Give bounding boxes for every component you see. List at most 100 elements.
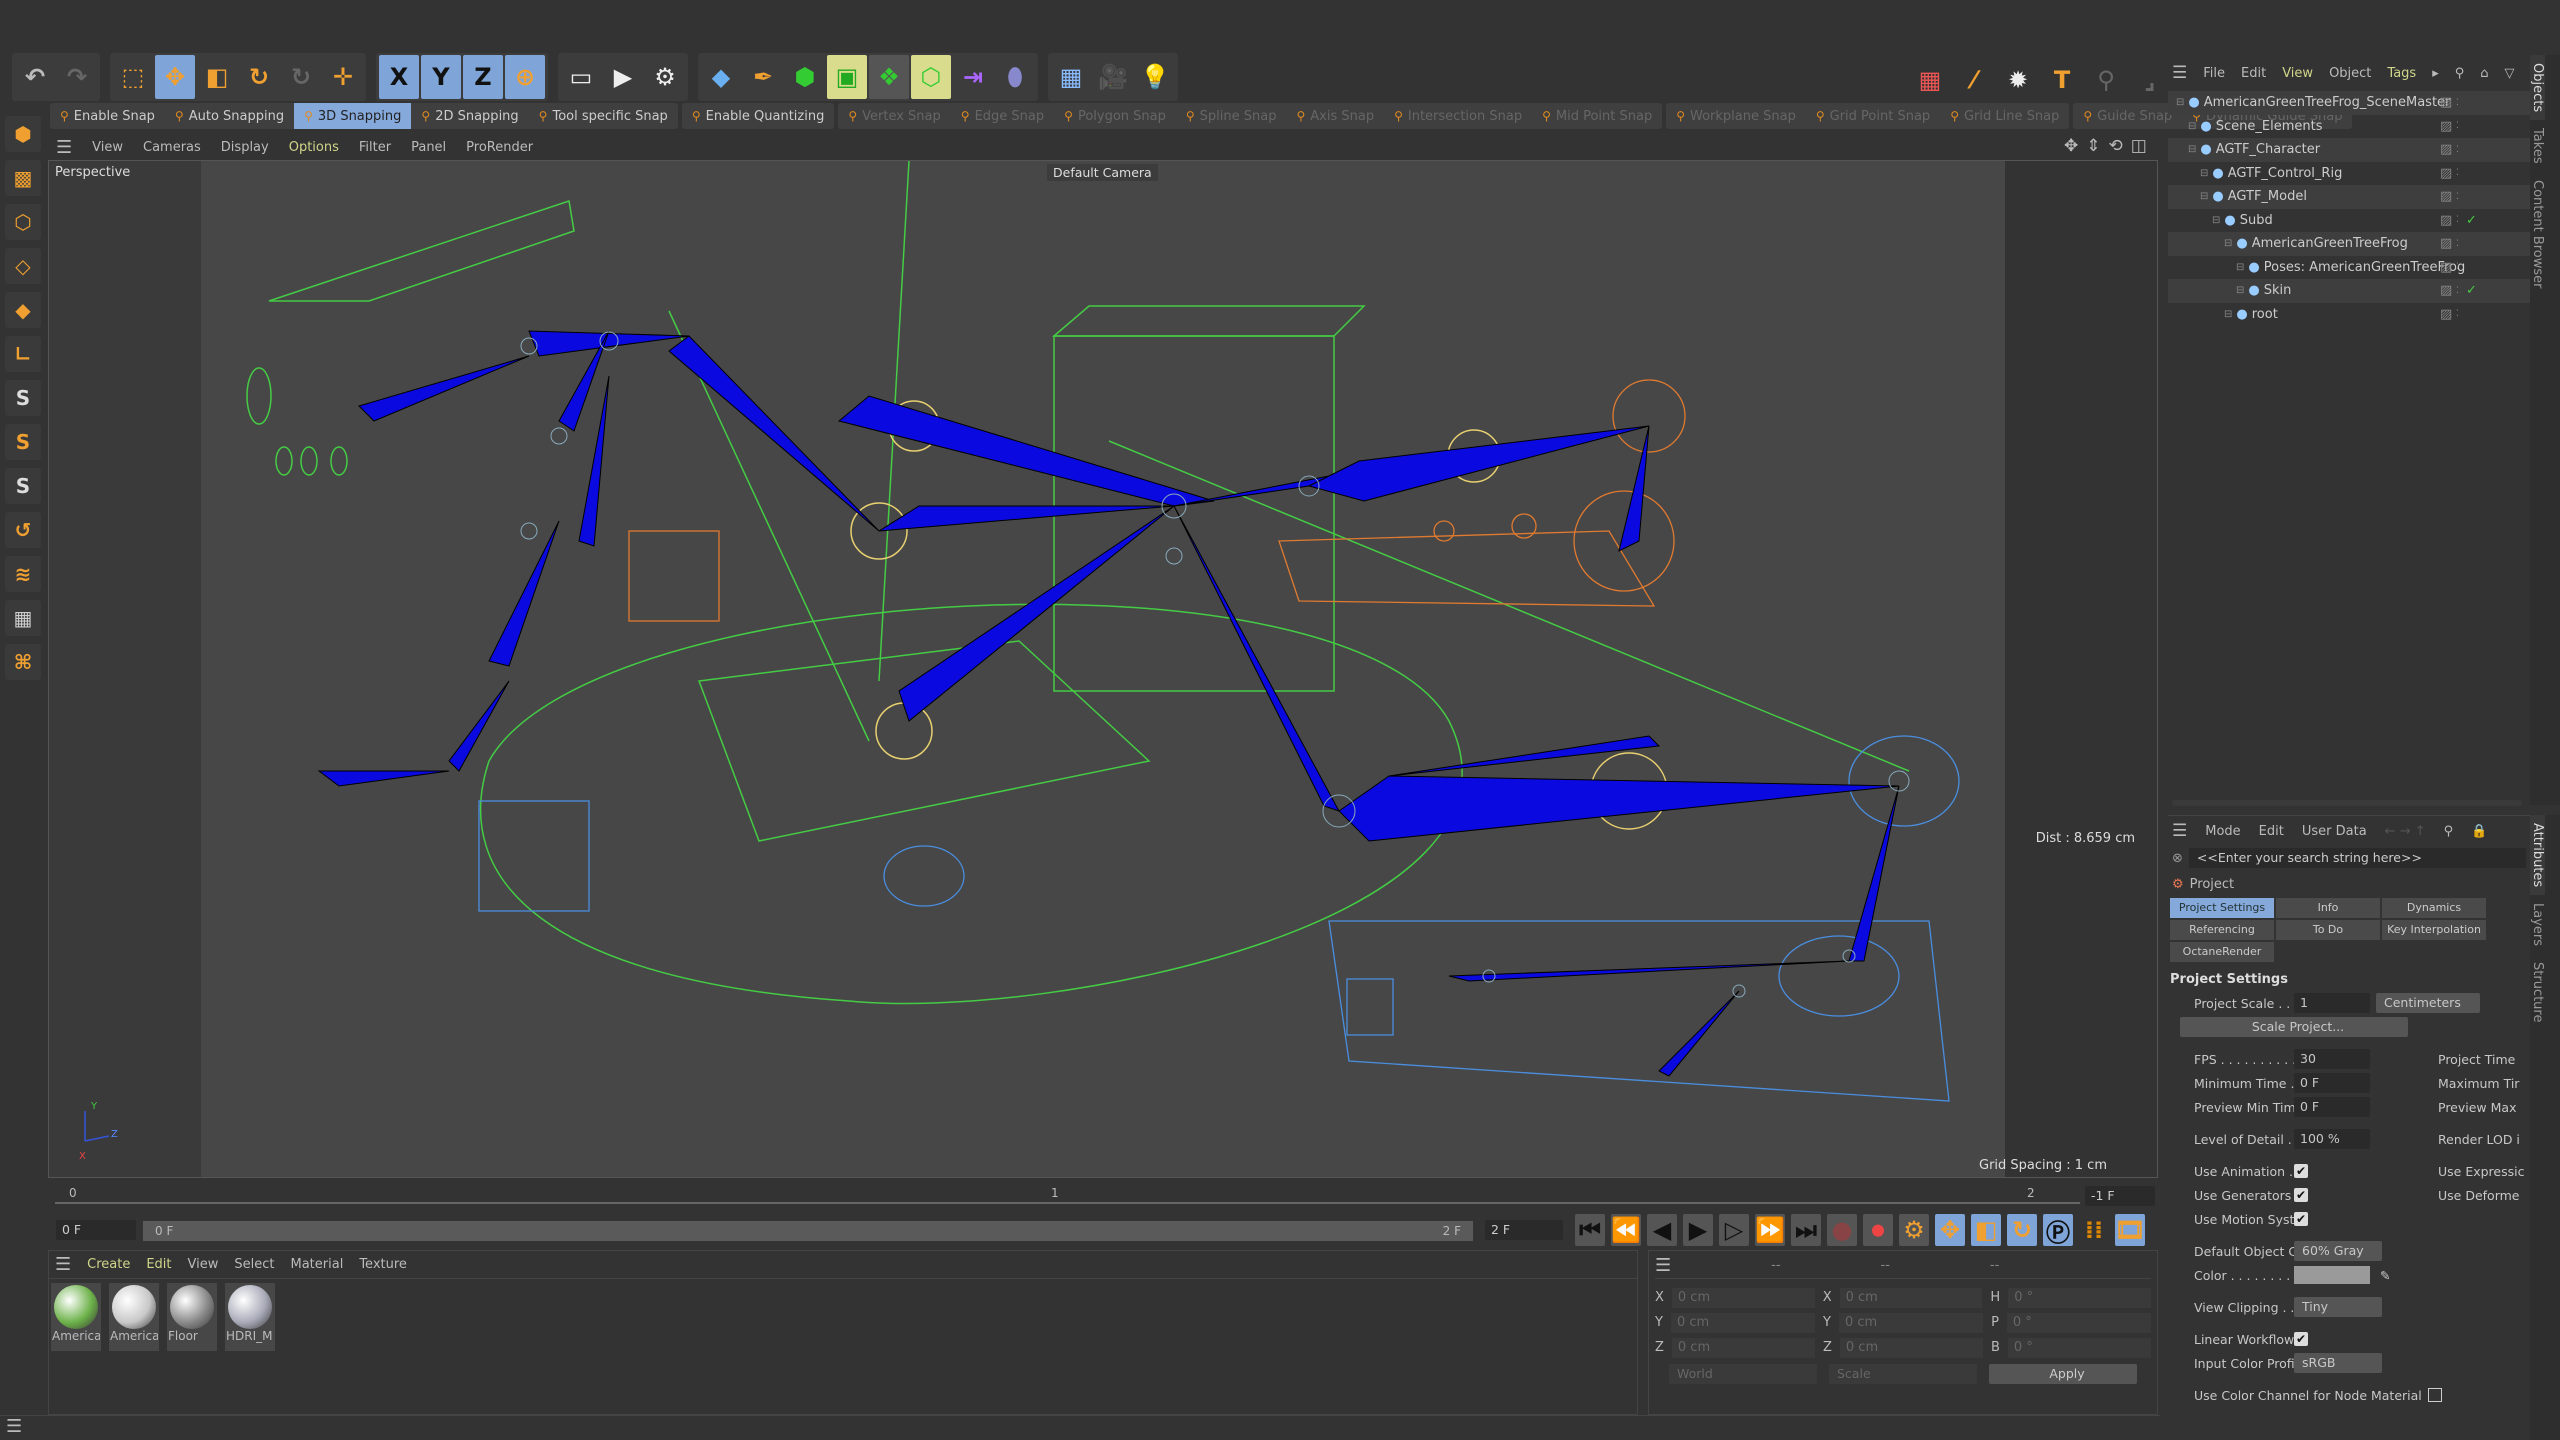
hamburger-icon[interactable]: ☰ (55, 1254, 71, 1275)
end-frame-field[interactable]: 2 F (1485, 1220, 1563, 1240)
render-settings-icon[interactable]: ⚙ (645, 55, 685, 99)
tab-layers[interactable]: Layers (2530, 895, 2545, 954)
play-icon[interactable]: ▶ (1683, 1214, 1713, 1246)
deformer-icon[interactable]: ❖ (869, 55, 909, 99)
mat-menu-edit[interactable]: Edit (146, 1257, 171, 1272)
filter-icon[interactable]: ▽ (2505, 66, 2515, 81)
light-icon[interactable]: 💡 (1135, 55, 1175, 99)
snap-workplane-snap[interactable]: ⚲ Workplane Snap (1666, 103, 1806, 129)
object-row[interactable]: ⊟ ● AmericanGreenTreeFrog ▨ ⁚ (2168, 232, 2530, 256)
visibility-dots-icon[interactable]: ⁚ (2456, 145, 2459, 155)
obj-menu-object[interactable]: Object (2329, 66, 2371, 81)
visibility-dots-icon[interactable]: ⁚ (2456, 168, 2459, 178)
recent-tool-icon[interactable]: ↻ (281, 55, 321, 99)
viewport-3d[interactable]: Perspective Default Camera Dist : 8.659 … (48, 160, 2158, 1178)
points-mode-icon[interactable]: ⬡ (5, 204, 41, 240)
y-axis-lock[interactable]: Y (421, 55, 461, 99)
visibility-dots-icon[interactable]: ⁚ (2456, 215, 2459, 225)
settings-icon[interactable]: ✹ (1998, 58, 2038, 102)
back-forward-icon[interactable]: ← → ↑ (2385, 824, 2426, 839)
sculpt-icon[interactable]: ⚲ (2086, 58, 2126, 102)
search-icon[interactable]: ⚲ (2444, 824, 2454, 839)
hamburger-icon[interactable]: ☰ (1655, 1255, 1671, 1276)
input-profile-dropdown[interactable]: sRGB (2294, 1353, 2382, 1373)
input-profile-label[interactable]: Input Color Profile . (2168, 1356, 2294, 1371)
fps-field[interactable]: 30 (2294, 1049, 2370, 1069)
timeline-ruler[interactable]: 0 1 2 (55, 1180, 2080, 1212)
go-to-end-icon[interactable]: ⏭ (1791, 1214, 1821, 1246)
enabled-check-icon[interactable]: ✓ (2466, 283, 2477, 298)
expand-icon[interactable]: ⊟ (2236, 285, 2244, 296)
coordinate-mode-dropdown[interactable]: Scale (1829, 1364, 1977, 1384)
snap-enable-quantizing[interactable]: ⚲ Enable Quantizing (682, 103, 835, 129)
menu-display[interactable]: Display (221, 140, 269, 155)
snap-mid-point-snap[interactable]: ⚲ Mid Point Snap (1532, 103, 1662, 129)
key-parameter-icon[interactable]: Ⓟ (2043, 1214, 2073, 1247)
text-icon[interactable]: T (2042, 58, 2082, 102)
snap-intersection-snap[interactable]: ⚲ Intersection Snap (1384, 103, 1532, 129)
render-icon[interactable]: ▶ (603, 55, 643, 99)
tab-structure[interactable]: Structure (2530, 954, 2545, 1030)
hamburger-icon[interactable]: ☰ (56, 137, 72, 158)
color-swatch[interactable] (2294, 1266, 2370, 1284)
attr-menu-edit[interactable]: Edit (2259, 824, 2284, 839)
mat-menu-material[interactable]: Material (291, 1257, 344, 1272)
object-row[interactable]: ⊟ ● root ▨ ⁚ (2168, 303, 2530, 327)
axis-mode-icon[interactable]: ∟ (5, 336, 41, 372)
use-animation-checkbox[interactable]: ✔ (2294, 1164, 2308, 1178)
rotate-icon[interactable]: ↻ (239, 55, 279, 99)
solo-icon[interactable]: S (5, 468, 41, 504)
search-icon[interactable]: ⚲ (2455, 66, 2465, 81)
snap-tool-specific-snap[interactable]: ⚲ Tool specific Snap (529, 103, 678, 129)
grid-icon[interactable]: ▦ (5, 600, 41, 636)
tab-attributes[interactable]: Attributes (2530, 815, 2545, 896)
default-color-dropdown[interactable]: 60% Gray (2294, 1241, 2382, 1261)
tab-project-settings[interactable]: Project Settings (2170, 898, 2274, 918)
render-region-icon[interactable]: ▦ (1910, 58, 1950, 102)
attr-menu-mode[interactable]: Mode (2205, 824, 2240, 839)
max-frame-field[interactable]: -1 F (2085, 1186, 2155, 1206)
use-generators-checkbox[interactable]: ✔ (2294, 1188, 2308, 1202)
attr-menu-userdata[interactable]: User Data (2302, 824, 2367, 839)
size-field[interactable]: 0 cm (1839, 1337, 1983, 1358)
tab-referencing[interactable]: Referencing (2170, 920, 2274, 940)
texture-mode-icon[interactable]: ▩ (5, 160, 41, 196)
visibility-dots-icon[interactable]: ⁚ (2456, 309, 2459, 319)
home-icon[interactable]: ⌂ (2480, 66, 2488, 81)
tab-takes[interactable]: Takes (2530, 120, 2545, 172)
edit-toggle-icon[interactable]: ▨ (2440, 189, 2452, 204)
lod-field[interactable]: 100 % (2294, 1129, 2370, 1149)
clear-search-icon[interactable]: ⊗ (2172, 851, 2183, 866)
expand-icon[interactable]: ⊟ (2188, 121, 2196, 132)
redo-icon[interactable]: ↷ (57, 55, 97, 99)
rotation-field[interactable]: 0 ° (2007, 1337, 2152, 1358)
obj-menu-view[interactable]: View (2282, 66, 2313, 81)
hamburger-icon[interactable]: ☰ (6, 1416, 22, 1437)
menu-options[interactable]: Options (289, 140, 339, 155)
paint-icon[interactable]: ⁄ (1954, 58, 1994, 102)
use-motion-checkbox[interactable]: ✔ (2294, 1212, 2308, 1226)
key-scale-icon[interactable]: ◧ (1971, 1214, 2001, 1246)
position-field[interactable]: 0 cm (1671, 1287, 1815, 1308)
snap-polygon-snap[interactable]: ⚲ Polygon Snap (1054, 103, 1176, 129)
object-scrollbar[interactable] (2172, 800, 2522, 806)
tab-objects[interactable]: Objects (2530, 55, 2545, 121)
undo-icon[interactable]: ↶ (15, 55, 55, 99)
mograph-icon[interactable]: ⬡ (911, 55, 951, 99)
snap-icon[interactable]: S (5, 424, 41, 460)
size-field[interactable]: 0 cm (1838, 1312, 1984, 1333)
expand-icon[interactable]: ⊟ (2188, 144, 2196, 155)
globe-icon[interactable]: ⊕ (505, 55, 545, 99)
material-swatch[interactable]: Americar (109, 1283, 159, 1351)
go-to-start-icon[interactable]: ⏮ (1575, 1214, 1605, 1246)
add-icon[interactable]: ✛ (323, 55, 363, 99)
field-icon[interactable]: ⇥ (953, 55, 993, 99)
pen-icon[interactable]: ✒ (743, 55, 783, 99)
snap-edge-snap[interactable]: ⚲ Edge Snap (951, 103, 1054, 129)
preview-range-slider[interactable]: 0 F 2 F (143, 1221, 1473, 1241)
misc-icon[interactable]: ⌟ (2130, 58, 2170, 102)
key-pla-icon[interactable]: ⁞⁞ (2079, 1214, 2109, 1246)
edit-toggle-icon[interactable]: ▨ (2440, 260, 2452, 275)
expand-icon[interactable]: ⊟ (2200, 191, 2208, 202)
expand-icon[interactable]: ⊟ (2236, 262, 2244, 273)
